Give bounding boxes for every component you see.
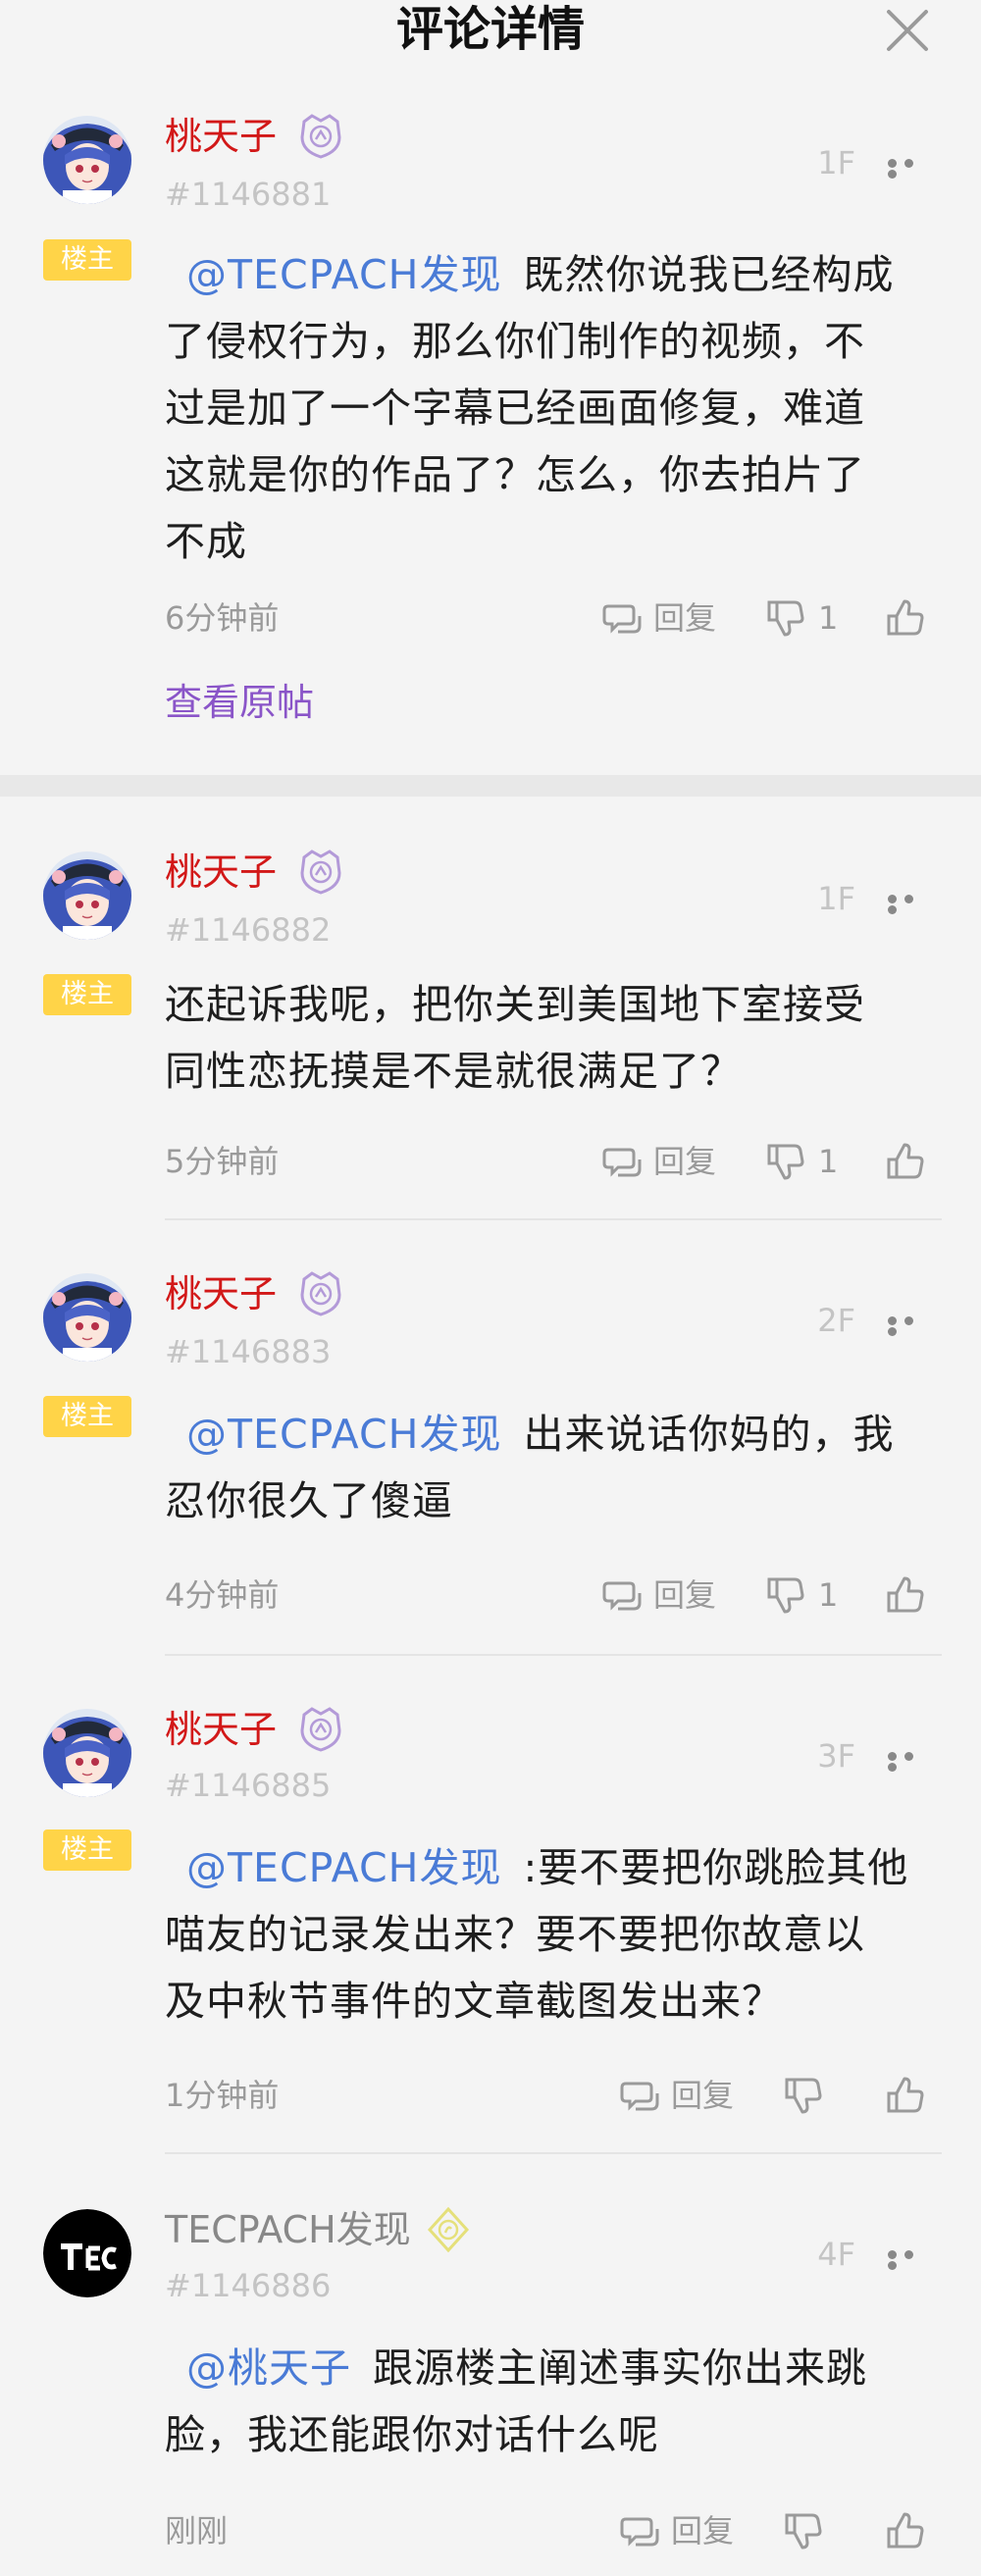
dislike-icon[interactable] (783, 2076, 822, 2115)
dislike-count: 1 (818, 1576, 839, 1614)
timestamp: 4分钟前 (165, 1576, 280, 1614)
timestamp: 刚刚 (165, 2512, 229, 2550)
reply-icon[interactable] (602, 1142, 642, 1181)
reply-icon[interactable] (602, 1575, 642, 1615)
username[interactable]: 桃天子 (165, 850, 277, 895)
page-title: 评论详情 (395, 2, 585, 57)
username[interactable]: 桃天子 (165, 114, 277, 159)
comment-line: 了侵权行为，那么你们制作的视频，不 (165, 318, 865, 365)
reply-button[interactable]: 回复 (653, 1142, 716, 1181)
view-original-link[interactable]: 查看原帖 (165, 679, 314, 726)
mention-link[interactable]: @TECPACH发现 (186, 1411, 501, 1458)
comment-line: :要不要把你跳脸其他 (523, 1844, 909, 1891)
dislike-count: 1 (818, 1143, 839, 1180)
reply-button[interactable]: 回复 (653, 1575, 716, 1615)
timestamp: 5分钟前 (165, 1143, 280, 1180)
floor-number: 1F (817, 144, 855, 181)
host-badge: 楼主 (43, 1829, 131, 1871)
avatar[interactable] (43, 1273, 131, 1362)
like-icon[interactable] (885, 598, 924, 638)
section-divider (0, 775, 981, 797)
avatar[interactable] (43, 851, 131, 940)
comment-line: 喵友的记录发出来？要不要把你故意以 (165, 1911, 865, 1958)
dislike-icon[interactable] (783, 2511, 822, 2550)
more-icon[interactable] (888, 2248, 935, 2270)
reply-icon[interactable] (620, 2511, 659, 2550)
dislike-count: 1 (818, 599, 839, 637)
comment-id: #1146883 (165, 1333, 332, 1370)
avatar[interactable] (43, 116, 131, 204)
comment-id: #1146882 (165, 911, 332, 949)
floor-number: 4F (817, 2236, 855, 2273)
comment-id: #1146886 (165, 2267, 332, 2304)
floor-number: 2F (817, 1302, 855, 1339)
comment-line: 不成 (165, 518, 247, 565)
comment-text: @桃天子 跟源楼主阐述事实你出来跳 脸，我还能跟你对话什么呢 (165, 2335, 940, 2468)
like-icon[interactable] (885, 2511, 924, 2550)
host-badge: 楼主 (43, 1396, 131, 1437)
comment-line: 忍你很久了傻逼 (165, 1477, 453, 1524)
dislike-icon[interactable] (765, 598, 804, 638)
timestamp: 6分钟前 (165, 599, 280, 637)
avatar[interactable] (43, 2209, 131, 2297)
header-bar: 评论详情 (0, 0, 981, 65)
username[interactable]: 桃天子 (165, 1707, 277, 1752)
more-icon[interactable] (888, 1314, 935, 1336)
more-icon[interactable] (888, 157, 935, 179)
comment-line: 脸，我还能跟你对话什么呢 (165, 2411, 659, 2458)
username[interactable]: 桃天子 (165, 1271, 277, 1316)
like-icon[interactable] (885, 2076, 924, 2115)
mention-link[interactable]: @桃天子 (186, 2344, 351, 2392)
avatar[interactable] (43, 1709, 131, 1797)
host-badge: 楼主 (43, 974, 131, 1015)
comment-text: @TECPACH发现 出来说话你妈的，我 忍你很久了傻逼 (165, 1401, 940, 1534)
mention-link[interactable]: @TECPACH发现 (186, 1844, 501, 1891)
comment-text: 还起诉我呢，把你关到美国地下室接受 同性恋抚摸是不是就很满足了？ (165, 971, 940, 1105)
reply-button[interactable]: 回复 (653, 598, 716, 638)
comment-id: #1146885 (165, 1767, 332, 1804)
comment-text: @TECPACH发现 :要不要把你跳脸其他 喵友的记录发出来？要不要把你故意以 及… (165, 1834, 940, 2035)
close-icon[interactable] (883, 6, 932, 55)
comment-line: 同性恋抚摸是不是就很满足了？ (165, 1048, 742, 1095)
comment-line: 这就是你的作品了？怎么，你去拍片了 (165, 451, 865, 498)
more-icon[interactable] (888, 893, 935, 914)
verified-badge-icon (296, 1269, 345, 1318)
reply-button[interactable]: 回复 (671, 2076, 734, 2115)
comment-line: 过是加了一个字幕已经画面修复，难道 (165, 385, 865, 432)
comment-text: @TECPACH发现 既然你说我已经构成 了侵权行为，那么你们制作的视频，不 过是… (165, 241, 940, 575)
dislike-icon[interactable] (765, 1575, 804, 1615)
comment-id: #1146881 (165, 176, 332, 213)
divider (165, 1654, 942, 1656)
divider (165, 2152, 942, 2154)
comment-line: 既然你说我已经构成 (523, 251, 895, 298)
floor-number: 1F (817, 880, 855, 917)
comment-line: 出来说话你妈的，我 (523, 1411, 895, 1458)
comment-line: 及中秋节事件的文章截图发出来？ (165, 1978, 783, 2025)
verified-badge-icon (296, 848, 345, 897)
username[interactable]: TECPACH发现 (165, 2207, 411, 2252)
host-badge: 楼主 (43, 239, 131, 281)
mention-link[interactable]: @TECPACH发现 (186, 251, 501, 298)
reply-icon[interactable] (602, 598, 642, 638)
verified-badge-icon (424, 2205, 473, 2254)
floor-number: 3F (817, 1737, 855, 1775)
timestamp: 1分钟前 (165, 2077, 280, 2114)
like-icon[interactable] (885, 1575, 924, 1615)
reply-icon[interactable] (620, 2076, 659, 2115)
more-icon[interactable] (888, 1750, 935, 1772)
verified-badge-icon (296, 1705, 345, 1754)
like-icon[interactable] (885, 1142, 924, 1181)
comment-line: 还起诉我呢，把你关到美国地下室接受 (165, 981, 865, 1028)
dislike-icon[interactable] (765, 1142, 804, 1181)
comment-line: 跟源楼主阐述事实你出来跳 (373, 2344, 867, 2392)
reply-button[interactable]: 回复 (671, 2511, 734, 2550)
verified-badge-icon (296, 112, 345, 161)
divider (165, 1218, 942, 1220)
